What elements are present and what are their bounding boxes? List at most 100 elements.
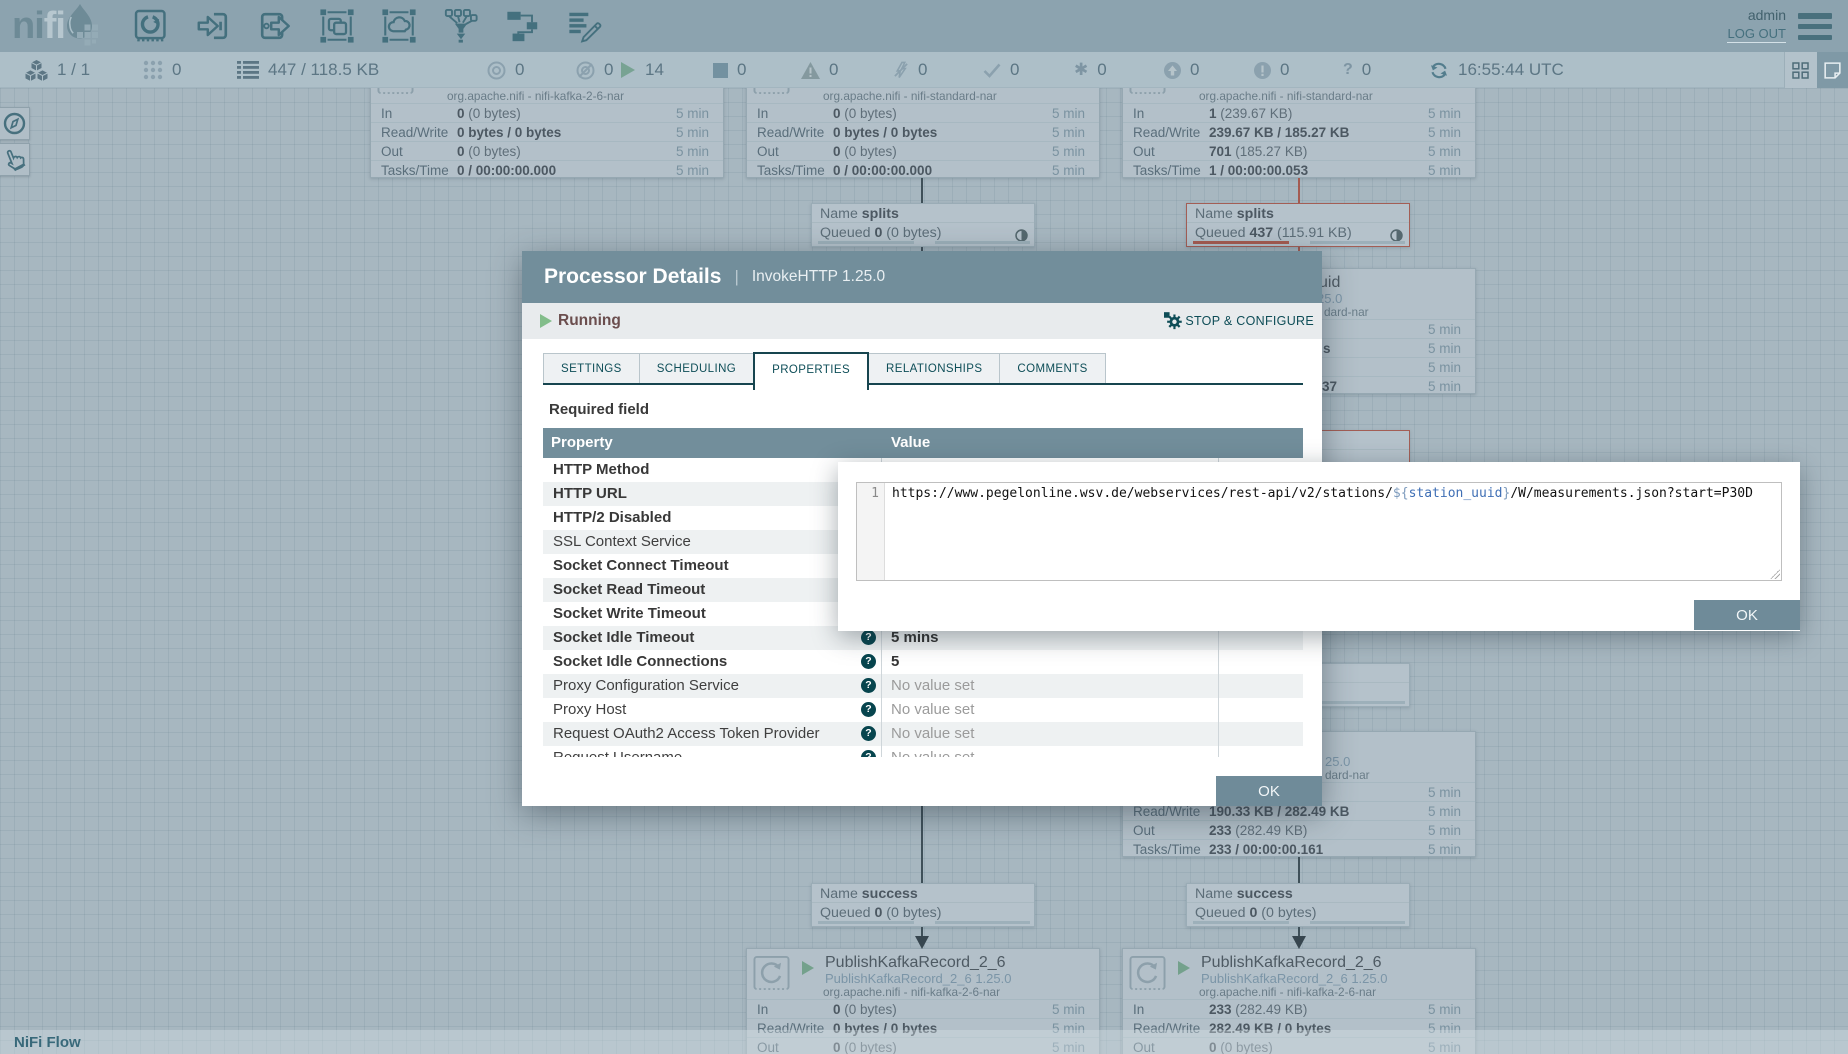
- stat-period: 5 min: [1052, 144, 1085, 159]
- status-count: 14: [645, 60, 664, 80]
- stat-period: 5 min: [1428, 322, 1461, 337]
- connection-splits-right[interactable]: Name splitsQueued 437 (115.91 KB): [1186, 203, 1410, 247]
- processor-bundle: org.apache.nifi - nifi-standard-nar: [823, 89, 997, 103]
- status-not-transmitting: 0: [576, 52, 613, 88]
- stat-value-bold: 0: [833, 144, 841, 159]
- property-column-header: Property: [543, 428, 882, 458]
- stat-value: 190.33 KB / 282.49 KB: [1209, 804, 1349, 819]
- funnel-icon[interactable]: [443, 8, 479, 44]
- status-queue-list: 447 / 118.5 KB: [237, 52, 379, 88]
- property-row[interactable]: Request OAuth2 Access Token Provider?No …: [543, 722, 1303, 746]
- stat-label: Read/Write: [381, 125, 448, 140]
- stat-period: 5 min: [676, 163, 709, 178]
- stopped-icon: [713, 63, 728, 78]
- tab-scheduling[interactable]: SCHEDULING: [639, 353, 754, 383]
- stat-value: 0 (0 bytes): [833, 144, 897, 159]
- stat-label: Read/Write: [757, 125, 824, 140]
- stat-label: Tasks/Time: [1133, 842, 1201, 857]
- dialog-ok-button[interactable]: OK: [1216, 776, 1322, 806]
- tab-relationships[interactable]: RELATIONSHIPS: [868, 353, 1000, 383]
- stat-value: 233 (282.49 KB): [1209, 823, 1307, 838]
- stat-label: Tasks/Time: [1133, 163, 1201, 178]
- stat-row: Read/Write239.67 KB / 185.27 KB5 min: [1123, 122, 1475, 141]
- refresh-status[interactable]: 16:55:44 UTC: [1430, 52, 1564, 88]
- note-button[interactable]: [1817, 52, 1848, 88]
- connection-name: Name success: [1195, 886, 1293, 902]
- editor-resize-handle[interactable]: [1770, 569, 1780, 579]
- property-row[interactable]: Request Username?No value set: [543, 746, 1303, 757]
- processor-bundle: org.apache.nifi - nifi-kafka-2-6-nar: [447, 89, 624, 103]
- status-locally-modified: ✱0: [1074, 52, 1107, 88]
- run-status-play-icon: [802, 961, 814, 975]
- last-refresh-time: 16:55:44 UTC: [1458, 60, 1564, 80]
- connection-line: [921, 178, 923, 203]
- stat-value-bold: 0: [457, 144, 465, 159]
- processor-name: PublishKafkaRecord_2_6: [1201, 954, 1382, 972]
- stat-value: 233 / 00:00:00.161: [1209, 842, 1323, 857]
- connection-line: [921, 806, 923, 883]
- stat-value: 0 / 00:00:00.000: [457, 163, 556, 178]
- global-menu-icon[interactable]: [1798, 13, 1832, 40]
- stat-label: Tasks/Time: [757, 163, 825, 178]
- queued-count-bold: 437: [1249, 225, 1273, 241]
- stop-configure-button[interactable]: STOP & CONFIGURE: [1164, 312, 1314, 330]
- processor-icon[interactable]: [133, 8, 169, 44]
- breadcrumb-nifi-flow[interactable]: NiFi Flow: [14, 1034, 81, 1051]
- stat-period: 5 min: [1428, 804, 1461, 819]
- editor-code-line[interactable]: https://www.pegelonline.wsv.de/webservic…: [885, 483, 1753, 580]
- tab-comments[interactable]: COMMENTS: [999, 353, 1105, 383]
- remote-process-group-icon[interactable]: [381, 8, 417, 44]
- input-port-icon[interactable]: [195, 8, 231, 44]
- stat-value-bold: 0 / 00:00:00.000: [833, 163, 932, 178]
- property-actions: [1219, 698, 1303, 722]
- asterisk-glyph: ✱: [1074, 60, 1088, 80]
- template-icon[interactable]: [505, 8, 541, 44]
- connection-success-left[interactable]: Name successQueued 0 (0 bytes): [811, 883, 1035, 927]
- property-name: HTTP URL?: [543, 482, 882, 506]
- process-group-icon[interactable]: [319, 8, 355, 44]
- stat-row: Out0 (0 bytes)5 min: [747, 141, 1099, 160]
- stat-label: In: [381, 106, 392, 121]
- disabled-icon: [893, 61, 909, 79]
- compass-button[interactable]: [0, 107, 30, 140]
- queue-count-bar: [818, 241, 914, 244]
- running-play-icon: [540, 314, 552, 328]
- output-port-icon[interactable]: [257, 8, 293, 44]
- nifi-logo: nifi: [12, 4, 101, 48]
- hand-pointer-button[interactable]: [0, 143, 30, 176]
- connection-queued: Queued 0 (0 bytes): [820, 905, 941, 921]
- popup-ok-button[interactable]: OK: [1694, 600, 1800, 630]
- grid-squares-button[interactable]: [1785, 52, 1817, 88]
- hamburger-bar: [1798, 35, 1832, 41]
- property-value: No value set: [882, 674, 1219, 698]
- status-count: 0: [172, 60, 181, 80]
- connection-success-right[interactable]: Name successQueued 0 (0 bytes): [1186, 883, 1410, 927]
- property-name: SSL Context Service?: [543, 530, 882, 554]
- tab-settings[interactable]: SETTINGS: [543, 353, 640, 383]
- property-value-bold: 5 mins: [891, 629, 939, 646]
- status-stopped: 0: [713, 52, 746, 88]
- stat-label: In: [757, 106, 768, 121]
- stat-row: Out0 (0 bytes)5 min: [371, 141, 723, 160]
- stat-row: In0 (0 bytes)5 min: [747, 999, 1099, 1018]
- stat-value: 1 (239.67 KB): [1209, 106, 1292, 121]
- stat-value-bold: 0: [457, 106, 465, 121]
- label-icon[interactable]: [567, 8, 603, 44]
- status-cluster-cubes: 1 / 1: [25, 52, 90, 88]
- nifi-drop-icon: [65, 2, 101, 51]
- queue-count-bar: [1193, 241, 1289, 244]
- status-count: 0: [1362, 60, 1371, 80]
- property-actions: [1219, 674, 1303, 698]
- property-name: HTTP/2 Disabled?: [543, 506, 882, 530]
- connection-splits-left[interactable]: Name splitsQueued 0 (0 bytes): [811, 203, 1035, 247]
- property-row[interactable]: Proxy Configuration Service?No value set: [543, 674, 1303, 698]
- processor-bundle: org.apache.nifi - nifi-standard-nar: [1199, 89, 1373, 103]
- value-editor[interactable]: 1 https://www.pegelonline.wsv.de/webserv…: [856, 482, 1782, 581]
- logout-link[interactable]: LOG OUT: [1727, 26, 1786, 43]
- stat-label: In: [1133, 1002, 1144, 1017]
- status-transmitting: 0: [487, 52, 524, 88]
- property-row[interactable]: Socket Idle Connections?5: [543, 650, 1303, 674]
- help-question-icon: ?: [861, 630, 876, 645]
- tab-properties[interactable]: PROPERTIES: [753, 352, 869, 390]
- property-row[interactable]: Proxy Host?No value set: [543, 698, 1303, 722]
